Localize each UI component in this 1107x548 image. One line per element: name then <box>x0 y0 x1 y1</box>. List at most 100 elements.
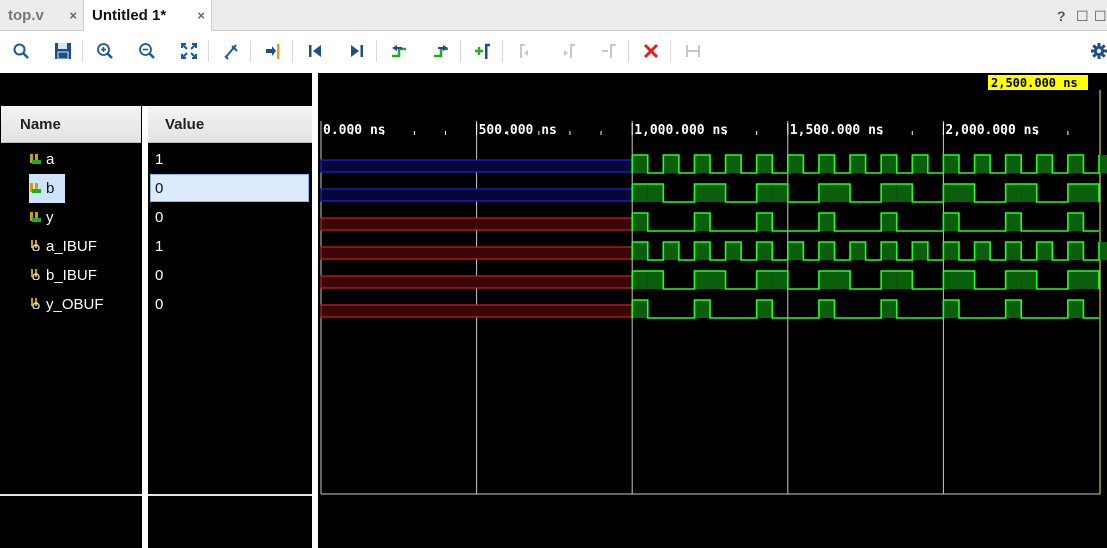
high-level-fill <box>756 155 773 173</box>
signal-value-selected: 0 <box>155 180 164 197</box>
go-to-cursor-icon[interactable] <box>262 40 284 62</box>
signal-name-selected[interactable]: b <box>46 174 54 203</box>
high-level-fill <box>881 184 897 202</box>
marker-icon[interactable] <box>220 40 242 62</box>
signal-name[interactable]: a <box>46 145 54 174</box>
tab-top-v[interactable]: top.v × <box>0 0 84 31</box>
zoom-in-icon[interactable] <box>94 40 116 62</box>
help-icon[interactable]: ? <box>1057 8 1066 24</box>
selected-value-cell[interactable] <box>150 174 309 202</box>
time-label: 2,000.000 ns <box>945 123 1039 138</box>
high-level-fill <box>694 184 710 202</box>
high-level-fill <box>881 300 897 318</box>
zoom-out-icon[interactable] <box>136 40 158 62</box>
high-level-fill <box>663 155 679 173</box>
delete-icon[interactable] <box>640 40 662 62</box>
snap-icon[interactable] <box>682 40 704 62</box>
undefined-region <box>320 246 633 260</box>
high-level-fill <box>943 300 959 318</box>
toolbar-separator <box>460 40 461 62</box>
previous-marker-icon[interactable] <box>514 40 536 62</box>
signal-value: 1 <box>155 151 164 168</box>
divider <box>148 494 312 496</box>
high-level-fill <box>1083 271 1099 289</box>
time-label: 0.000 ns <box>323 123 386 138</box>
tab-label: Untitled 1* <box>92 7 167 24</box>
high-level-fill <box>647 184 664 202</box>
output-signal-icon <box>30 212 41 222</box>
high-level-fill <box>881 155 897 173</box>
toolbar-separator <box>82 40 83 62</box>
signal-name[interactable]: a_IBUF <box>46 232 97 261</box>
high-level-fill <box>818 155 835 173</box>
high-level-fill <box>1021 271 1037 289</box>
next-marker-icon[interactable] <box>556 40 578 62</box>
tab-untitled-1[interactable]: Untitled 1* × <box>84 0 212 31</box>
waveform-canvas[interactable]: 0.000 ns 500.000 ns 1,000.000 ns 1,500.000 … <box>318 73 1107 548</box>
signal-name[interactable]: b_IBUF <box>46 261 97 290</box>
high-level-fill <box>1005 213 1022 231</box>
high-level-fill <box>756 300 773 318</box>
high-level-fill <box>756 242 773 260</box>
high-level-fill <box>632 213 648 231</box>
swap-cursors-icon[interactable] <box>598 40 620 62</box>
signal-name[interactable]: y <box>46 203 54 232</box>
high-level-fill <box>694 155 710 173</box>
close-icon[interactable]: × <box>69 8 77 23</box>
search-icon[interactable] <box>10 40 32 62</box>
next-transition-icon[interactable] <box>430 40 452 62</box>
toolbar-separator <box>292 40 293 62</box>
high-level-fill <box>974 242 991 260</box>
signal-value: 1 <box>155 238 164 255</box>
high-level-fill <box>1005 242 1022 260</box>
restore-icon[interactable]: ☐ <box>1076 8 1089 25</box>
high-level-fill <box>756 213 773 231</box>
high-level-fill <box>787 155 804 173</box>
high-level-fill <box>1005 300 1022 318</box>
maximize-icon[interactable]: ☐ <box>1094 8 1107 25</box>
go-to-start-icon[interactable] <box>304 40 326 62</box>
save-icon[interactable] <box>52 40 74 62</box>
high-level-fill <box>632 242 648 260</box>
tab-label: top.v <box>8 7 44 24</box>
high-level-fill <box>1036 155 1053 173</box>
undefined-region <box>320 188 633 202</box>
settings-icon[interactable] <box>1088 40 1107 62</box>
close-icon[interactable]: × <box>197 8 205 23</box>
signal-value: 0 <box>155 296 164 313</box>
high-level-fill <box>1083 184 1099 202</box>
high-level-fill <box>896 184 913 202</box>
high-level-fill <box>1005 155 1022 173</box>
add-marker-icon[interactable] <box>472 40 494 62</box>
editor-tab-bar: top.v × Untitled 1* × ? ☐ ☐ <box>0 0 1107 31</box>
high-level-fill <box>725 242 742 260</box>
high-level-fill <box>787 242 804 260</box>
column-header-name[interactable]: Name <box>1 106 141 143</box>
high-level-fill <box>974 155 991 173</box>
high-level-fill <box>632 155 648 173</box>
high-level-fill <box>1067 271 1084 289</box>
column-header-value[interactable]: Value <box>148 106 312 143</box>
high-level-fill <box>943 184 959 202</box>
time-label: 1,500.000 ns <box>790 123 884 138</box>
high-level-fill <box>958 184 975 202</box>
column-divider[interactable] <box>142 106 148 548</box>
high-level-fill <box>850 155 866 173</box>
previous-transition-icon[interactable] <box>388 40 410 62</box>
high-level-fill <box>943 213 959 231</box>
net-signal-icon <box>31 240 40 251</box>
high-level-fill <box>834 271 851 289</box>
signal-name[interactable]: y_OBUF <box>46 290 104 319</box>
waveform-panel[interactable]: 0.000 ns 500.000 ns 1,000.000 ns 1,500.000 … <box>318 73 1107 548</box>
cursor-time-label: 2,500.000 ns <box>991 76 1078 90</box>
high-level-fill <box>1005 271 1022 289</box>
high-level-fill <box>1005 184 1022 202</box>
zoom-fit-icon[interactable] <box>178 40 200 62</box>
high-level-fill <box>881 271 897 289</box>
high-level-fill <box>1067 300 1084 318</box>
signal-value: 0 <box>155 209 164 226</box>
toolbar-separator <box>376 40 377 62</box>
go-to-end-icon[interactable] <box>346 40 368 62</box>
signal-list-panel: Name Value a 1 b 0 y 0 a_IBUF 1 b_IBUF 0… <box>0 73 318 548</box>
high-level-fill <box>756 184 773 202</box>
